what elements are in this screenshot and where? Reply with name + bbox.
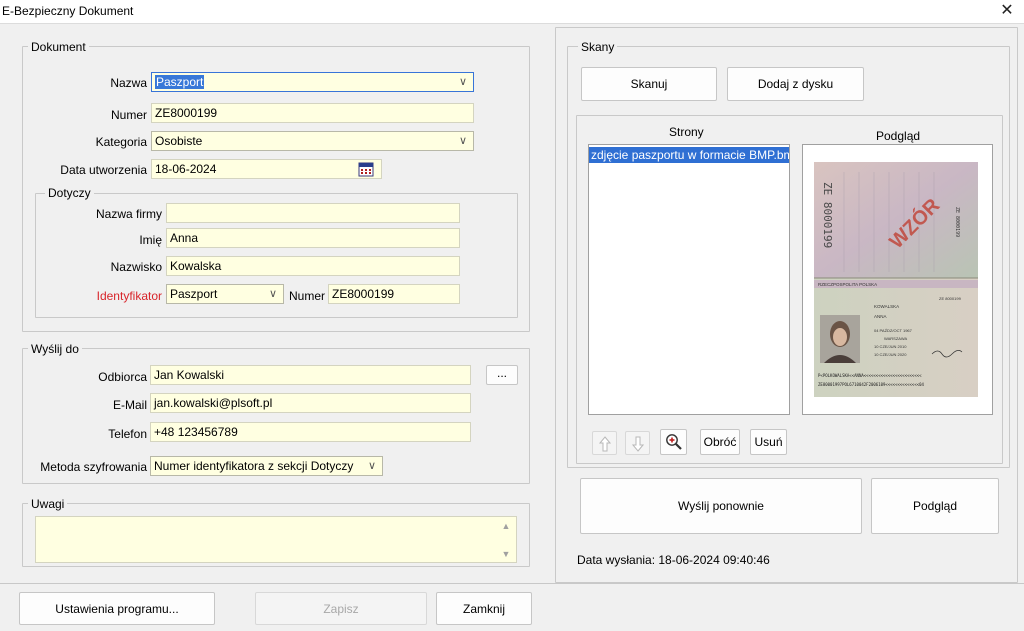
identyfikator-numer-field[interactable]: ZE8000199 [328,284,460,304]
strony-label: Strony [669,125,704,139]
move-down-button[interactable] [625,431,650,455]
numer-label: Numer [110,108,147,122]
strony-list[interactable] [588,144,790,415]
identyfikator-numer-label: Numer [289,289,326,303]
preview-mrz1: P<POLKOWALSKA<<ANNA<<<<<<<<<<<<<<<<<<<<<… [818,373,922,378]
calendar-icon[interactable] [358,161,374,177]
kategoria-select[interactable]: Osobiste ∨ [151,131,474,151]
metoda-szyfrowania-value: Numer identyfikatora z sekcji Dotyczy [154,459,354,473]
odbiorca-label: Odbiorca [98,370,147,384]
wyslij-ponownie-button[interactable]: Wyślij ponownie [580,478,862,534]
email-label: E-Mail [112,398,147,412]
telefon-label: Telefon [108,427,147,441]
chevron-down-icon: ∨ [458,76,468,88]
wyslij-ponownie-label: Wyślij ponownie [678,499,764,513]
browse-label: ... [496,366,507,381]
preview-pob: WARSZAWA [884,336,907,341]
data-utworzenia-label: Data utworzenia [60,163,147,177]
imie-label: Imię [139,233,162,247]
preview-passport-no: ZE 8000199 [939,296,962,301]
kategoria-value: Osobiste [155,134,203,148]
preview-surname: KOWALSKA [874,304,899,309]
ustawienia-programu-button[interactable]: Ustawienia programu... [19,592,215,625]
zoom-button[interactable] [660,429,687,455]
usun-button[interactable]: Usuń [750,429,787,455]
skany-legend: Skany [578,40,618,54]
metoda-szyfrowania-select[interactable]: Numer identyfikatora z sekcji Dotyczy ∨ [150,456,383,476]
chevron-down-icon: ∨ [268,288,278,300]
email-field[interactable]: jan.kowalski@plsoft.pl [150,393,471,413]
uwagi-legend: Uwagi [28,497,68,511]
title-bar: E-Bezpieczny Dokument ✕ [0,0,1024,24]
nazwisko-label: Nazwisko [110,260,162,274]
ustawienia-label: Ustawienia programu... [55,601,179,616]
move-up-button[interactable] [592,431,617,455]
preview-country: RZECZPOSPOLITA POLSKA [818,282,877,287]
nazwa-label: Nazwa [110,76,147,90]
odbiorca-browse-button[interactable]: ... [486,365,518,385]
telefon-field[interactable]: +48 123456789 [150,422,471,442]
dokument-legend: Dokument [28,40,89,54]
zapisz-button[interactable]: Zapisz [255,592,427,625]
odbiorca-field[interactable]: Jan Kowalski [150,365,471,385]
podglad-header-label: Podgląd [876,129,921,143]
dotyczy-legend: Dotyczy [45,186,94,200]
chevron-down-icon: ∨ [367,460,377,472]
preview-given: ANNA [874,314,887,319]
window-title: E-Bezpieczny Dokument [2,4,134,18]
preview-mrz2: ZE80001997POL6710042F2006109<<<<<<<<<<<<… [818,382,925,387]
data-wyslania: Data wysłania: 18-06-2024 09:40:46 [577,553,770,567]
obroc-button[interactable]: Obróć [700,429,740,455]
numer-field[interactable]: ZE8000199 [151,103,474,123]
dodaj-z-dysku-button[interactable]: Dodaj z dysku [727,67,864,101]
imie-field[interactable]: Anna [166,228,460,248]
identyfikator-select[interactable]: Paszport ∨ [166,284,284,304]
footer-separator [0,583,1024,584]
zamknij-label: Zamknij [462,601,505,616]
skanuj-button[interactable]: Skanuj [581,67,717,101]
arrow-down-icon [632,436,644,452]
dodaj-z-dysku-label: Dodaj z dysku [757,77,834,91]
zoom-in-icon [666,434,682,450]
zapisz-label: Zapisz [323,601,359,616]
wyslij-legend: Wyślij do [28,342,82,356]
data-utworzenia-field[interactable]: 18-06-2024 [151,159,382,179]
nazwa-firmy-field[interactable] [166,203,460,223]
nazwa-select[interactable]: Paszport ∨ [151,72,474,92]
list-item[interactable]: zdjęcie paszportu w formacie BMP.bmp [589,147,789,163]
usun-label: Usuń [754,435,783,449]
metoda-szyfrowania-label: Metoda szyfrowania [40,460,147,474]
skanuj-label: Skanuj [630,77,668,91]
preview-serial: ZE 8000199 [821,182,834,248]
identyfikator-value: Paszport [170,287,218,301]
podglad-button-label: Podgląd [912,499,958,513]
identyfikator-label: Identyfikator [96,289,162,303]
nazwa-value: Paszport [155,75,205,89]
podglad-button[interactable]: Podgląd [871,478,999,534]
preview-serial-right: ZE 8000199 [954,207,960,237]
passport-preview-image: ZE 8000199 WZÓR ZE 8000199 RZECZPOSPOLIT… [814,162,978,397]
arrow-up-icon [599,436,611,452]
nazwa-firmy-label: Nazwa firmy [95,207,162,221]
zamknij-button[interactable]: Zamknij [436,592,532,625]
nazwisko-field[interactable]: Kowalska [166,256,460,276]
scroll-down-icon[interactable]: ▼ [500,548,512,560]
obroc-label: Obróć [703,435,737,449]
preview-dob: 04 PAŹDZ/OCT 1967 [874,328,913,333]
scroll-up-icon[interactable]: ▲ [500,520,512,532]
chevron-down-icon: ∨ [458,135,468,147]
preview-expiry: 10 CZE/JUN 2020 [874,352,907,357]
uwagi-textarea[interactable] [35,516,517,563]
kategoria-label: Kategoria [95,135,147,149]
close-icon[interactable]: ✕ [990,0,1024,24]
preview-issue: 10 CZE/JUN 2010 [874,344,907,349]
